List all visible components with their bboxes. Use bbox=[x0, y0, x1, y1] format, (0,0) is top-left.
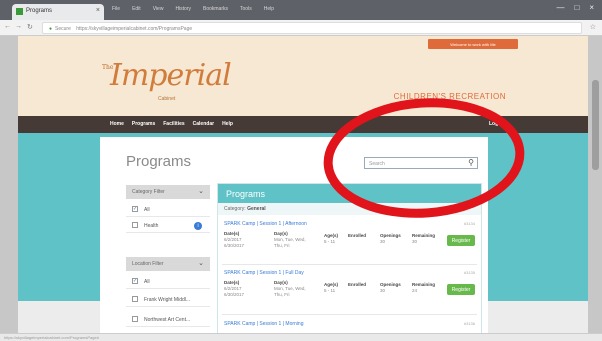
filter-item-label: Health bbox=[144, 223, 159, 229]
page-title: Programs bbox=[126, 153, 192, 170]
site-header: Welcome to work with Me The Imperial Cab… bbox=[18, 36, 588, 116]
nav-facilities[interactable]: Facilities bbox=[163, 121, 184, 127]
minimize-icon[interactable]: — bbox=[556, 3, 564, 12]
window-close-icon[interactable]: × bbox=[589, 3, 594, 12]
nav-home[interactable]: Home bbox=[110, 121, 124, 127]
session-title-link[interactable]: SPARK Camp | Session 1 | Morning bbox=[224, 321, 303, 327]
search-icon[interactable]: ⚲ bbox=[468, 158, 474, 167]
days-line-2: Thu, Fri bbox=[274, 243, 290, 248]
ages-value: 5 - 11 bbox=[324, 239, 336, 244]
category-filter-health[interactable]: Health i bbox=[126, 219, 210, 233]
session-title-link[interactable]: SPARK Camp | Session 1 | Full Day bbox=[224, 270, 304, 276]
checkbox[interactable] bbox=[132, 222, 138, 228]
info-badge-icon[interactable]: i bbox=[194, 222, 202, 230]
left-gutter bbox=[0, 36, 18, 341]
filter-item-label: Frank Wright Middl... bbox=[144, 297, 191, 303]
browser-tab[interactable]: Programs × bbox=[12, 4, 104, 20]
menu-view[interactable]: View bbox=[153, 6, 164, 12]
scrollbar-track[interactable] bbox=[588, 36, 602, 341]
filter-item-label: All bbox=[144, 279, 150, 285]
logo-sub: Cabinet bbox=[158, 96, 176, 102]
menu-tools[interactable]: Tools bbox=[240, 6, 252, 12]
nav-programs[interactable]: Programs bbox=[132, 121, 155, 127]
session-id: #3135 bbox=[463, 270, 475, 275]
filter-item-label: Northwest Art Cent... bbox=[144, 317, 191, 323]
category-filter-all[interactable]: ✓ All bbox=[126, 203, 210, 217]
register-button[interactable]: Register bbox=[447, 235, 475, 246]
location-filter-all[interactable]: ✓ All bbox=[126, 275, 210, 289]
secure-label: Secure bbox=[55, 26, 71, 32]
session-divider bbox=[222, 314, 477, 315]
browser-menu: File Edit View History Bookmarks Tools H… bbox=[112, 6, 274, 12]
category-prefix: Category: bbox=[224, 206, 246, 212]
ages-value: 5 - 11 bbox=[324, 288, 336, 293]
tab-title: Programs bbox=[26, 8, 53, 14]
date-end: 6/30/2017 bbox=[224, 292, 245, 297]
browser-tab-bar: Programs × File Edit View History Bookma… bbox=[0, 0, 602, 20]
chevron-down-icon: ⌄ bbox=[198, 260, 204, 267]
enrolled-header: Enrolled bbox=[348, 233, 367, 238]
register-button[interactable]: Register bbox=[447, 284, 475, 295]
menu-help[interactable]: Help bbox=[264, 6, 274, 12]
nav-help[interactable]: Help bbox=[222, 121, 233, 127]
filter-item-label: All bbox=[144, 207, 150, 213]
site-tagline: CHILDREN'S RECREATION bbox=[393, 92, 506, 101]
openings-value: 30 bbox=[380, 239, 386, 244]
category-row: Category: General bbox=[218, 203, 481, 215]
maximize-icon[interactable]: □ bbox=[574, 3, 579, 12]
programs-panel: Programs Category: General SPARK Camp | … bbox=[217, 183, 482, 341]
status-bar: https://skyvillageimperialcabinet.com/Pr… bbox=[0, 333, 602, 341]
category-filter-label: Category Filter bbox=[132, 189, 165, 195]
enrolled-header: Enrolled bbox=[348, 282, 367, 287]
url-input[interactable]: ● Secure https://skyvillageimperialcabine… bbox=[42, 22, 582, 34]
category-name: General bbox=[247, 206, 266, 212]
menu-history[interactable]: History bbox=[175, 6, 191, 12]
session-id: #3136 bbox=[463, 321, 475, 326]
date-end: 6/30/2017 bbox=[224, 243, 245, 248]
menu-file[interactable]: File bbox=[112, 6, 120, 12]
openings-value: 30 bbox=[380, 288, 386, 293]
scrollbar-thumb[interactable] bbox=[592, 80, 599, 170]
logo-name: Imperial bbox=[110, 58, 232, 93]
session-divider bbox=[222, 264, 477, 265]
status-url: https://skyvillageimperialcabinet.com/Pr… bbox=[4, 335, 99, 340]
tab-close-icon[interactable]: × bbox=[96, 7, 100, 14]
remaining-value: 24 bbox=[412, 288, 418, 293]
checkbox[interactable] bbox=[132, 316, 138, 322]
checkbox-checked[interactable]: ✓ bbox=[132, 278, 138, 284]
chevron-down-icon: ⌄ bbox=[198, 188, 204, 195]
main-navbar: Home Programs Facilities Calendar Help L… bbox=[18, 116, 588, 133]
location-filter-dropdown[interactable]: Location Filter ⌄ bbox=[126, 257, 210, 271]
location-filter-frank-wright[interactable]: Frank Wright Middl... bbox=[126, 293, 210, 307]
location-filter-label: Location Filter bbox=[132, 261, 164, 267]
search-input[interactable]: Search ⚲ bbox=[364, 157, 478, 169]
login-link[interactable]: Log In bbox=[489, 121, 504, 127]
search-placeholder: Search bbox=[369, 161, 385, 167]
reload-icon[interactable]: ↻ bbox=[27, 23, 33, 31]
menu-edit[interactable]: Edit bbox=[132, 6, 141, 12]
checkbox[interactable] bbox=[132, 296, 138, 302]
days-line-2: Thu, Fri bbox=[274, 292, 290, 297]
back-arrow-icon[interactable]: ← bbox=[4, 23, 11, 30]
session-id: #3134 bbox=[463, 221, 475, 226]
lock-icon: ● bbox=[49, 26, 53, 32]
session-title-link[interactable]: SPARK Camp | Session 1 | Afternoon bbox=[224, 221, 307, 227]
location-filter-northwest-art[interactable]: Northwest Art Cent... bbox=[126, 313, 210, 327]
remaining-value: 30 bbox=[412, 239, 418, 244]
star-icon[interactable]: ☆ bbox=[590, 23, 596, 31]
content-card: Programs Search ⚲ Category Filter ⌄ ✓ Al… bbox=[100, 137, 488, 341]
nav-calendar[interactable]: Calendar bbox=[193, 121, 214, 127]
url-text: https://skyvillageimperialcabinet.com/Pr… bbox=[76, 26, 193, 32]
category-filter-dropdown[interactable]: Category Filter ⌄ bbox=[126, 185, 210, 199]
site-logo[interactable]: The Imperial Cabinet bbox=[102, 54, 232, 104]
site-favicon-icon bbox=[16, 8, 23, 15]
forward-arrow-icon[interactable]: → bbox=[15, 23, 22, 30]
address-bar-row: ← → ↻ ● Secure https://skyvillageimperial… bbox=[0, 20, 602, 36]
checkbox-checked[interactable]: ✓ bbox=[132, 206, 138, 212]
programs-panel-title: Programs bbox=[218, 184, 481, 203]
welcome-button[interactable]: Welcome to work with Me bbox=[428, 39, 518, 49]
window-controls: — □ × bbox=[556, 3, 594, 12]
menu-bookmarks[interactable]: Bookmarks bbox=[203, 6, 228, 12]
